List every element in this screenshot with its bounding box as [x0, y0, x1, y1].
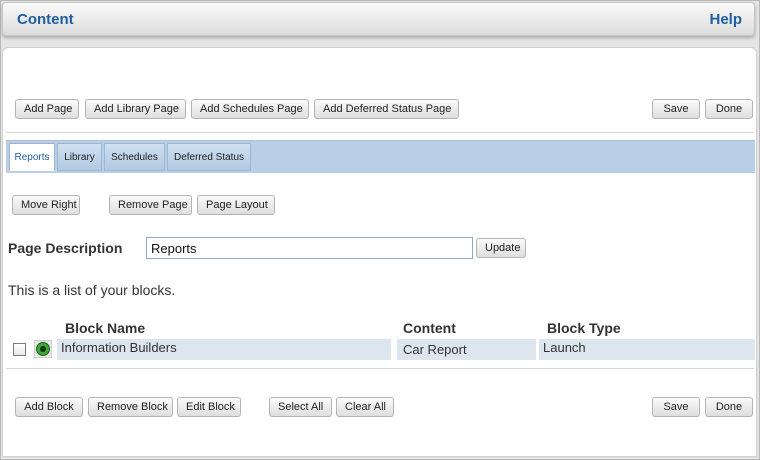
- block-name-cell: Information Builders: [61, 340, 177, 355]
- header-bar: Content Help: [2, 2, 755, 36]
- tab-schedules[interactable]: Schedules: [104, 143, 165, 171]
- row-checkbox[interactable]: [13, 343, 26, 356]
- column-header-block-type: Block Type: [547, 320, 621, 336]
- edit-block-button[interactable]: Edit Block: [177, 397, 241, 417]
- remove-block-button[interactable]: Remove Block: [88, 397, 173, 417]
- add-block-button[interactable]: Add Block: [15, 397, 83, 417]
- block-content-cell: Car Report: [403, 342, 467, 357]
- blocks-intro-text: This is a list of your blocks.: [8, 282, 176, 298]
- add-page-button[interactable]: Add Page: [15, 99, 79, 119]
- done-button-top[interactable]: Done: [705, 99, 753, 119]
- clear-all-button[interactable]: Clear All: [336, 397, 394, 417]
- block-type-cell: Launch: [543, 340, 586, 355]
- move-right-button[interactable]: Move Right: [12, 195, 80, 215]
- add-schedules-page-button[interactable]: Add Schedules Page: [191, 99, 309, 119]
- divider: [6, 132, 754, 133]
- save-button-bottom[interactable]: Save: [652, 397, 700, 417]
- save-button-top[interactable]: Save: [652, 99, 700, 119]
- column-header-content: Content: [403, 320, 456, 336]
- update-button[interactable]: Update: [476, 238, 526, 258]
- tab-reports[interactable]: Reports: [9, 143, 55, 171]
- page-title: Content: [17, 11, 74, 28]
- page-layout-button[interactable]: Page Layout: [197, 195, 275, 215]
- page-tabs: Reports Library Schedules Deferred Statu…: [6, 140, 755, 173]
- add-deferred-status-page-button[interactable]: Add Deferred Status Page: [314, 99, 459, 119]
- help-link[interactable]: Help: [709, 11, 742, 28]
- done-button-bottom[interactable]: Done: [705, 397, 753, 417]
- column-header-block-name: Block Name: [65, 320, 146, 336]
- tab-deferred-status[interactable]: Deferred Status: [167, 143, 251, 171]
- launch-icon[interactable]: [34, 340, 52, 358]
- remove-page-button[interactable]: Remove Page: [109, 195, 192, 215]
- add-library-page-button[interactable]: Add Library Page: [85, 99, 186, 119]
- page-description-input[interactable]: [146, 237, 473, 259]
- tab-library[interactable]: Library: [57, 143, 102, 171]
- select-all-button[interactable]: Select All: [269, 397, 332, 417]
- page-description-label: Page Description: [8, 240, 123, 256]
- divider: [6, 368, 754, 369]
